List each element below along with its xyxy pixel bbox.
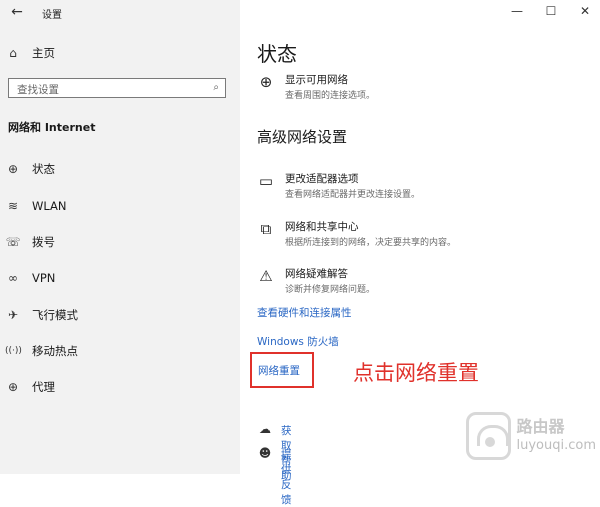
back-arrow-icon[interactable]: ← [8, 4, 26, 20]
airplane-icon: ✈ [7, 308, 19, 322]
show-available-networks[interactable]: ⊕ 显示可用网络 查看周围的连接选项。 [257, 72, 577, 106]
sidebar-item-vpn[interactable]: ∞ VPN [0, 265, 240, 291]
item-title: 网络和共享中心 [285, 221, 359, 233]
item-description: 查看网络适配器并更改连接设置。 [285, 190, 421, 200]
search-input[interactable]: 查找设置 ⌕ [8, 78, 226, 98]
sidebar-item-status[interactable]: ⊕ 状态 [0, 156, 240, 182]
hotspot-icon: ((·)) [5, 346, 22, 356]
annotation-click-network-reset: 点击网络重置 [353, 361, 479, 385]
network-reset-highlight: 网络重置 [250, 352, 314, 388]
vpn-icon: ∞ [8, 271, 18, 285]
page-title: 状态 [257, 42, 297, 66]
item-title: 网络疑难解答 [285, 268, 348, 280]
router-logo-icon [466, 412, 511, 460]
network-reset-link[interactable]: 网络重置 [258, 363, 300, 378]
sidebar-item-wlan[interactable]: ≋ WLAN [0, 193, 240, 219]
globe-icon: ⊕ [7, 162, 19, 176]
home-icon: ⌂ [9, 46, 17, 60]
item-title: 显示可用网络 [285, 74, 348, 86]
settings-content: — ☐ ✕ 状态 ⊕ 显示可用网络 查看周围的连接选项。 高级网络设置 ▭ 更改… [240, 0, 600, 506]
windows-firewall-link[interactable]: Windows 防火墙 [257, 334, 339, 349]
window-title: 设置 [42, 10, 62, 21]
sidebar-item-label: 状态 [32, 162, 55, 176]
item-title: 更改适配器选项 [285, 173, 359, 185]
sidebar-item-airplane-mode[interactable]: ✈ 飞行模式 [0, 302, 240, 328]
globe-icon: ⊕ [259, 73, 273, 91]
close-icon[interactable]: ✕ [574, 2, 596, 20]
sidebar-item-label: 飞行模式 [32, 308, 78, 322]
search-placeholder: 查找设置 [17, 84, 59, 96]
maximize-icon[interactable]: ☐ [540, 2, 562, 20]
sidebar-section-title: 网络和 Internet [8, 121, 96, 134]
item-description: 查看周围的连接选项。 [285, 91, 376, 101]
change-adapter-options[interactable]: ▭ 更改适配器选项 查看网络适配器并更改连接设置。 [257, 171, 577, 205]
phone-icon: ☏ [5, 235, 21, 249]
sidebar-item-label: 移动热点 [32, 344, 78, 358]
watermark: 路由器 luyouqi.com [466, 406, 596, 466]
minimize-icon[interactable]: — [506, 2, 528, 20]
sidebar-item-home[interactable]: ⌂ 主页 [0, 40, 240, 66]
item-description: 诊断并修复网络问题。 [285, 285, 376, 295]
sidebar-item-label: VPN [32, 271, 56, 285]
sidebar-item-label: WLAN [32, 199, 67, 213]
sidebar-item-mobile-hotspot[interactable]: ((·)) 移动热点 [0, 338, 240, 364]
network-troubleshooter[interactable]: ⚠ 网络疑难解答 诊断并修复网络问题。 [257, 266, 577, 300]
search-icon[interactable]: ⌕ [213, 82, 219, 93]
proxy-globe-icon: ⊕ [7, 380, 19, 394]
advanced-settings-heading: 高级网络设置 [257, 128, 348, 146]
sidebar-item-proxy[interactable]: ⊕ 代理 [0, 374, 240, 400]
sidebar-item-label: 代理 [32, 380, 55, 394]
chat-bubble-icon: ☁ [259, 422, 271, 436]
warning-icon: ⚠ [259, 267, 273, 285]
sidebar-item-label: 拨号 [32, 235, 55, 249]
sidebar-item-dialup[interactable]: ☏ 拨号 [0, 229, 240, 255]
view-hardware-properties-link[interactable]: 查看硬件和连接属性 [257, 305, 352, 320]
item-description: 根据所连接到的网络，决定要共享的内容。 [285, 238, 457, 248]
feedback-person-icon: ☻ [258, 446, 272, 460]
sharing-center-icon: ⧉ [260, 220, 272, 238]
network-sharing-center[interactable]: ⧉ 网络和共享中心 根据所连接到的网络，决定要共享的内容。 [257, 219, 577, 253]
settings-sidebar: ← 设置 ⌂ 主页 查找设置 ⌕ 网络和 Internet ⊕ 状态 ≋ WLA… [0, 0, 240, 474]
sidebar-item-label: 主页 [32, 46, 55, 60]
adapter-monitor-icon: ▭ [258, 172, 274, 190]
wifi-icon: ≋ [7, 199, 19, 213]
watermark-text: 路由器 luyouqi.com [517, 417, 597, 455]
watermark-domain: luyouqi.com [516, 437, 597, 453]
feedback-label: 提供反馈 [281, 449, 292, 506]
watermark-name: 路由器 [516, 417, 565, 437]
